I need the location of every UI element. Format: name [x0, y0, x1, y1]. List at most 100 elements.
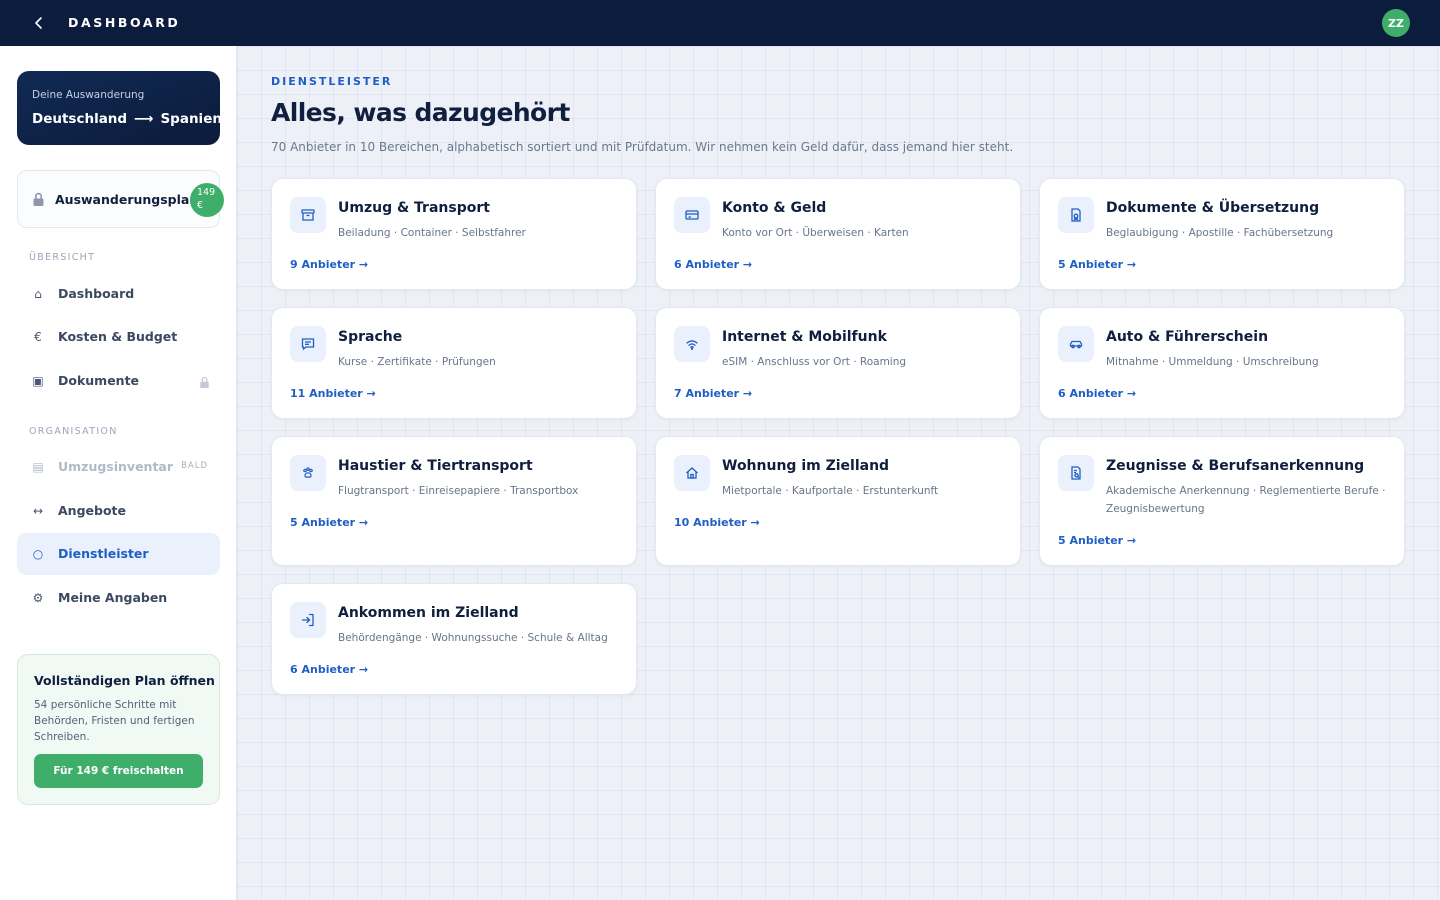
card-title: Umzug & Transport [338, 200, 490, 216]
wifi-icon [674, 326, 710, 362]
upsell-text: 54 persönliche Schritte mit Behörden, Fr… [34, 699, 195, 743]
card-provider-link[interactable]: 6 Anbieter → [1058, 387, 1136, 400]
sidebar-item-dokumente[interactable]: ▣ Dokumente [17, 360, 220, 402]
arrow-right-icon: ⟶ [134, 111, 154, 127]
credit-card-icon [674, 197, 710, 233]
route-from: Deutschland [32, 111, 128, 127]
section-eyebrow: DIENSTLEISTER [271, 75, 393, 88]
card-tags: Flugtransport · Einreisepapiere · Transp… [338, 485, 579, 497]
card-tags: eSIM · Anschluss vor Ort · Roaming [722, 356, 907, 368]
card-title: Zeugnisse & Berufsanerkennung [1106, 458, 1365, 474]
card-provider-link[interactable]: 6 Anbieter → [674, 258, 752, 271]
card-tags: Behördengänge · Wohnungssuche · Schule &… [338, 632, 608, 644]
category-card-zeugnisse-berufsanerkennung[interactable]: Zeugnisse & Berufsanerkennung Akademisch… [1039, 436, 1405, 566]
sidebar-item-label: Umzugsinventar [58, 459, 174, 474]
route-summary: Deutschland ⟶ Spanien [32, 111, 222, 127]
circle-icon: ○ [32, 547, 44, 561]
euro-icon: € [34, 330, 42, 344]
main-content: DIENSTLEISTER Alles, was dazugehört 70 A… [237, 46, 1440, 900]
card-provider-link[interactable]: 5 Anbieter → [1058, 258, 1136, 271]
page-subtitle: 70 Anbieter in 10 Bereichen, alphabetisc… [271, 140, 1014, 154]
card-provider-link[interactable]: 10 Anbieter → [674, 516, 760, 529]
plan-price-badge: 149 € [190, 183, 224, 217]
avatar[interactable]: ZZ [1382, 9, 1410, 37]
route-to: Spanien [160, 111, 222, 127]
card-provider-link[interactable]: 5 Anbieter → [290, 516, 368, 529]
card-tags: Akademische Anerkennung · Reglementierte… [1106, 485, 1386, 515]
card-tags: Konto vor Ort · Überweisen · Karten [722, 227, 909, 239]
box-icon [290, 197, 326, 233]
card-title: Haustier & Tiertransport [338, 458, 533, 474]
document-search-icon [1058, 455, 1094, 491]
card-title: Ankommen im Zielland [338, 605, 519, 621]
category-card-wohnung-zielland[interactable]: Wohnung im Zielland Mietportale · Kaufpo… [655, 436, 1021, 566]
category-card-umzug-transport[interactable]: Umzug & Transport Beiladung · Container … [271, 178, 637, 290]
category-card-dokumente-uebersetzung[interactable]: Dokumente & Übersetzung Beglaubigung · A… [1039, 178, 1405, 290]
card-tags: Kurse · Zertifikate · Prüfungen [338, 356, 496, 368]
card-tags: Mietportale · Kaufportale · Erstunterkun… [722, 485, 939, 497]
lock-icon [199, 374, 210, 393]
card-tags: Mitnahme · Ummeldung · Umschreibung [1106, 356, 1319, 368]
plan-price-amount: 149 [197, 187, 216, 198]
sidebar-item-label: Meine Angaben [58, 590, 168, 605]
coming-soon-badge: BALD [181, 461, 208, 471]
house-icon [674, 455, 710, 491]
plan-price-currency: € [197, 200, 204, 211]
certified-document-icon [1058, 197, 1094, 233]
category-card-sprache[interactable]: Sprache Kurse · Zertifikate · Prüfungen … [271, 307, 637, 419]
card-tags: Beiladung · Container · Selbstfahrer [338, 227, 526, 239]
top-bar: DASHBOARD ZZ [0, 0, 1440, 46]
sidebar: Deine Auswanderung Deutschland ⟶ Spanien… [0, 46, 237, 900]
section-label-uebersicht: ÜBERSICHT [29, 252, 96, 263]
paw-icon [290, 455, 326, 491]
gear-icon: ⚙ [32, 591, 44, 605]
sidebar-item-angebote[interactable]: ↔ Angebote [17, 490, 220, 532]
category-card-haustier-tiertransport[interactable]: Haustier & Tiertransport Flugtransport ·… [271, 436, 637, 566]
sidebar-item-meine-angaben[interactable]: ⚙ Meine Angaben [17, 577, 220, 619]
card-provider-link[interactable]: 11 Anbieter → [290, 387, 376, 400]
card-title: Dokumente & Übersetzung [1106, 200, 1320, 216]
page-title: Alles, was dazugehört [271, 98, 570, 127]
unlock-plan-button[interactable]: Für 149 € freischalten [34, 754, 203, 788]
card-title: Internet & Mobilfunk [722, 329, 887, 345]
category-card-internet-mobilfunk[interactable]: Internet & Mobilfunk eSIM · Anschluss vo… [655, 307, 1021, 419]
card-provider-link[interactable]: 5 Anbieter → [1058, 534, 1136, 547]
sidebar-item-label: Dashboard [58, 286, 135, 301]
card-title: Auto & Führerschein [1106, 329, 1269, 345]
card-provider-link[interactable]: 9 Anbieter → [290, 258, 368, 271]
category-card-ankommen-zielland[interactable]: Ankommen im Zielland Behördengänge · Woh… [271, 583, 637, 695]
home-icon: ⌂ [34, 287, 42, 301]
inventory-icon: ▤ [32, 460, 44, 474]
document-icon: ▣ [32, 374, 44, 388]
card-provider-link[interactable]: 7 Anbieter → [674, 387, 752, 400]
lock-icon [32, 192, 45, 211]
card-provider-link[interactable]: 6 Anbieter → [290, 663, 368, 676]
sidebar-item-label: Dokumente [58, 373, 140, 388]
route-card: Deine Auswanderung Deutschland ⟶ Spanien [17, 71, 222, 145]
sidebar-item-label: Dienstleister [58, 546, 149, 561]
chevron-left-icon[interactable] [30, 13, 48, 33]
page-title-topbar: DASHBOARD [68, 15, 181, 30]
card-tags: Beglaubigung · Apostille · Fachübersetzu… [1106, 227, 1334, 239]
category-card-auto-fuehrerschein[interactable]: Auto & Führerschein Mitnahme · Ummeldung… [1039, 307, 1405, 419]
card-title: Konto & Geld [722, 200, 827, 216]
sidebar-item-label: Kosten & Budget [58, 329, 178, 344]
sidebar-item-dienstleister[interactable]: ○ Dienstleister [17, 533, 220, 575]
compare-icon: ↔ [32, 504, 44, 518]
route-label: Deine Auswanderung [32, 89, 145, 101]
plan-label: Auswanderungsplan [55, 192, 199, 207]
plan-card[interactable]: Auswanderungsplan 149 € [17, 170, 224, 228]
upsell-card: Vollständigen Plan öffnen 54 persönliche… [17, 654, 220, 805]
car-icon [1058, 326, 1094, 362]
sidebar-item-label: Angebote [58, 503, 126, 518]
card-title: Sprache [338, 329, 403, 345]
upsell-title: Vollständigen Plan öffnen [34, 673, 215, 688]
sidebar-item-umzugsinventar: ▤ Umzugsinventar BALD [17, 446, 220, 488]
category-card-konto-geld[interactable]: Konto & Geld Konto vor Ort · Überweisen … [655, 178, 1021, 290]
sidebar-item-kosten-budget[interactable]: € Kosten & Budget [17, 316, 220, 358]
sidebar-item-dashboard[interactable]: ⌂ Dashboard [17, 273, 220, 315]
chat-bubble-icon [290, 326, 326, 362]
sign-in-icon [290, 602, 326, 638]
card-title: Wohnung im Zielland [722, 458, 890, 474]
section-label-organisation: ORGANISATION [29, 426, 118, 437]
